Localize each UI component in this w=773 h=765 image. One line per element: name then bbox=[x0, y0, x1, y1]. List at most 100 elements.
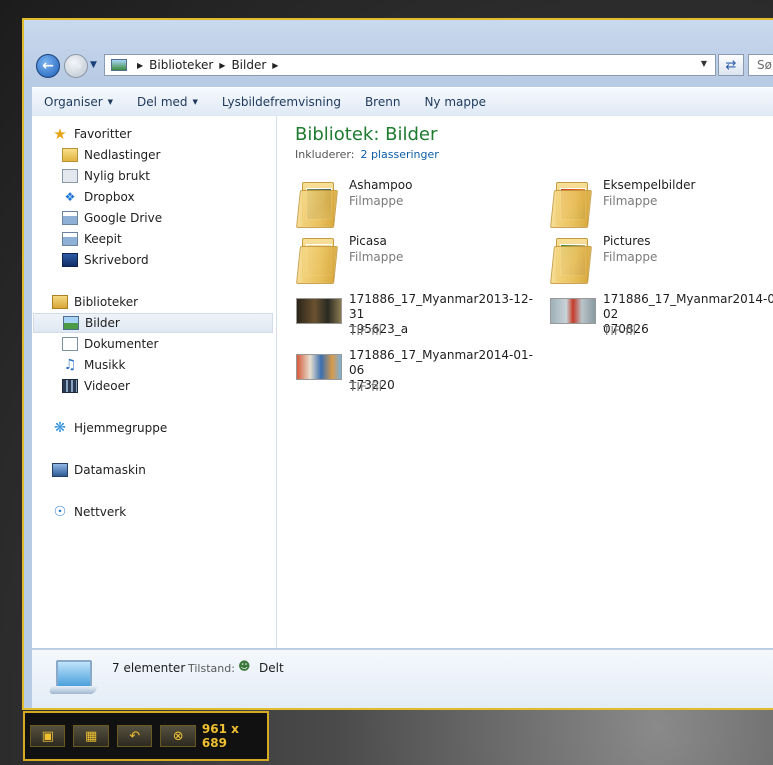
file-type: TIF-fil bbox=[349, 324, 382, 338]
nav-label: Nylig brukt bbox=[84, 169, 150, 183]
nav-label: Biblioteker bbox=[74, 295, 139, 309]
nav-label: Favoritter bbox=[74, 127, 132, 141]
file-name: Ashampoo bbox=[349, 178, 413, 192]
state-value: Delt bbox=[259, 661, 284, 675]
history-dropdown-button[interactable]: ▼ bbox=[90, 60, 97, 70]
page-title: Bibliotek: Bilder bbox=[295, 124, 438, 145]
nav-homegroup[interactable]: ❋ Hjemmegruppe bbox=[52, 418, 167, 438]
window-icon: ▣ bbox=[41, 728, 54, 744]
file-type: Filmappe bbox=[603, 194, 658, 208]
file-name: Pictures bbox=[603, 234, 651, 248]
organize-label: Organiser bbox=[44, 95, 103, 109]
capture-dimensions: 961 x 689 bbox=[201, 722, 239, 750]
address-bar[interactable]: ▶ Biblioteker ▶ Bilder ▶ ▼ bbox=[104, 54, 716, 76]
users-icon: ☻ bbox=[238, 659, 251, 673]
includes-locations-link[interactable]: 2 plasseringer bbox=[360, 148, 438, 161]
nav-item-keepit[interactable]: Keepit bbox=[62, 229, 122, 249]
folder-icon bbox=[296, 178, 340, 228]
homegroup-icon: ❋ bbox=[54, 420, 66, 436]
pictures-library-icon bbox=[111, 59, 127, 71]
nav-libraries[interactable]: Biblioteker bbox=[52, 292, 138, 312]
nav-item-google-drive[interactable]: Google Drive bbox=[62, 208, 162, 228]
file-item-folder[interactable]: Ashampoo Filmappe bbox=[296, 176, 546, 230]
image-thumbnail bbox=[296, 298, 342, 324]
command-bar: Organiser ▼ Del med ▼ Lysbildefremvisning … bbox=[32, 87, 773, 117]
nav-item-documents[interactable]: Dokumenter bbox=[62, 334, 158, 354]
window-capture-button[interactable]: ▣ bbox=[30, 725, 66, 747]
file-item-image[interactable]: 171886_17_Myanmar2014-01-06 173220 TIF-f… bbox=[296, 346, 546, 400]
forward-button[interactable]: → bbox=[64, 54, 88, 78]
nav-label: Dokumenter bbox=[84, 337, 159, 351]
file-item-image[interactable]: 171886_17_Myanmar2013-12-31 195623_a TIF… bbox=[296, 290, 546, 344]
nav-item-videos[interactable]: Videoer bbox=[62, 376, 130, 396]
burn-button[interactable]: Brenn bbox=[353, 95, 413, 109]
chevron-right-icon[interactable]: ▶ bbox=[272, 61, 278, 70]
file-type: TIF-fil bbox=[603, 324, 636, 338]
file-type: TIF-fil bbox=[349, 380, 382, 394]
file-name: Eksempelbilder bbox=[603, 178, 696, 192]
file-name: Picasa bbox=[349, 234, 387, 248]
slideshow-button[interactable]: Lysbildefremvisning bbox=[210, 95, 353, 109]
new-folder-button[interactable]: Ny mappe bbox=[412, 95, 498, 109]
nav-computer[interactable]: Datamaskin bbox=[52, 460, 146, 480]
file-type: Filmappe bbox=[603, 250, 658, 264]
chevron-right-icon[interactable]: ▶ bbox=[137, 61, 143, 70]
file-item-folder[interactable]: Picasa Filmappe bbox=[296, 232, 546, 286]
navigation-bar: ← → ▼ ▶ Biblioteker ▶ Bilder ▶ ▼ ⇄ Søk bbox=[24, 20, 773, 90]
shared-library-icon bbox=[48, 660, 98, 696]
chevron-down-icon[interactable]: ▼ bbox=[701, 59, 707, 68]
undo-icon: ↶ bbox=[129, 728, 141, 744]
folder-icon bbox=[296, 234, 340, 284]
nav-item-downloads[interactable]: Nedlastinger bbox=[62, 145, 161, 165]
file-item-image[interactable]: 171886_17_Myanmar2014-01-02 070826 TIF-f… bbox=[550, 290, 773, 344]
desktop-icon bbox=[62, 253, 78, 267]
library-includes: Inkluderer: 2 plasseringer bbox=[295, 148, 439, 161]
network-icon: ☉ bbox=[53, 504, 67, 520]
arrow-right-icon: → bbox=[70, 58, 82, 74]
includes-label: Inkluderer: bbox=[295, 148, 355, 161]
nav-item-desktop[interactable]: Skrivebord bbox=[62, 250, 149, 270]
file-item-folder[interactable]: Pictures Filmappe bbox=[550, 232, 773, 286]
nav-network[interactable]: ☉ Nettverk bbox=[52, 502, 126, 522]
nav-item-recent[interactable]: Nylig brukt bbox=[62, 166, 150, 186]
breadcrumb-bilder[interactable]: Bilder bbox=[231, 58, 266, 72]
burn-label: Brenn bbox=[364, 95, 401, 109]
video-capture-button[interactable]: ▦ bbox=[73, 725, 109, 747]
file-type: Filmappe bbox=[349, 250, 404, 264]
videos-icon bbox=[62, 379, 78, 393]
nav-item-music[interactable]: ♫ Musikk bbox=[62, 355, 126, 375]
file-item-folder[interactable]: Eksempelbilder Filmappe bbox=[550, 176, 773, 230]
image-thumbnail bbox=[550, 298, 596, 324]
recent-places-icon bbox=[62, 169, 78, 183]
nav-label: Hjemmegruppe bbox=[74, 421, 168, 435]
nav-item-dropbox[interactable]: ❖ Dropbox bbox=[62, 187, 135, 207]
new-folder-label: Ny mappe bbox=[424, 95, 487, 109]
folder-icon bbox=[550, 234, 594, 284]
arrow-left-icon: ← bbox=[42, 58, 54, 74]
downloads-folder-icon bbox=[62, 148, 78, 162]
google-drive-icon bbox=[62, 211, 78, 225]
details-pane: 7 elementer Tilstand: ☻ Delt bbox=[32, 649, 773, 708]
computer-icon bbox=[52, 463, 68, 477]
cancel-button[interactable]: ⊗ bbox=[160, 725, 196, 747]
chevron-right-icon[interactable]: ▶ bbox=[219, 61, 225, 70]
refresh-button[interactable]: ⇄ bbox=[718, 54, 744, 76]
dropbox-icon: ❖ bbox=[64, 190, 76, 204]
nav-favorites[interactable]: ★ Favoritter bbox=[52, 124, 132, 144]
nav-item-pictures[interactable]: Bilder bbox=[33, 313, 273, 333]
nav-label: Google Drive bbox=[84, 211, 163, 225]
organize-button[interactable]: Organiser ▼ bbox=[32, 95, 125, 109]
breadcrumb-biblioteker[interactable]: Biblioteker bbox=[149, 58, 213, 72]
undo-button[interactable]: ↶ bbox=[116, 725, 153, 747]
music-icon: ♫ bbox=[63, 357, 77, 373]
nav-label: Datamaskin bbox=[74, 463, 146, 477]
documents-icon bbox=[62, 337, 78, 351]
navigation-pane: ★ Favoritter Nedlastinger Nylig brukt ❖ Dr… bbox=[32, 116, 277, 648]
file-type: Filmappe bbox=[349, 194, 404, 208]
back-button[interactable]: ← bbox=[36, 54, 60, 78]
share-with-button[interactable]: Del med ▼ bbox=[125, 95, 210, 109]
close-icon: ⊗ bbox=[172, 728, 184, 744]
state-label: Tilstand: bbox=[188, 662, 235, 675]
search-input[interactable]: Søk bbox=[748, 54, 773, 76]
nav-label: Keepit bbox=[84, 232, 122, 246]
